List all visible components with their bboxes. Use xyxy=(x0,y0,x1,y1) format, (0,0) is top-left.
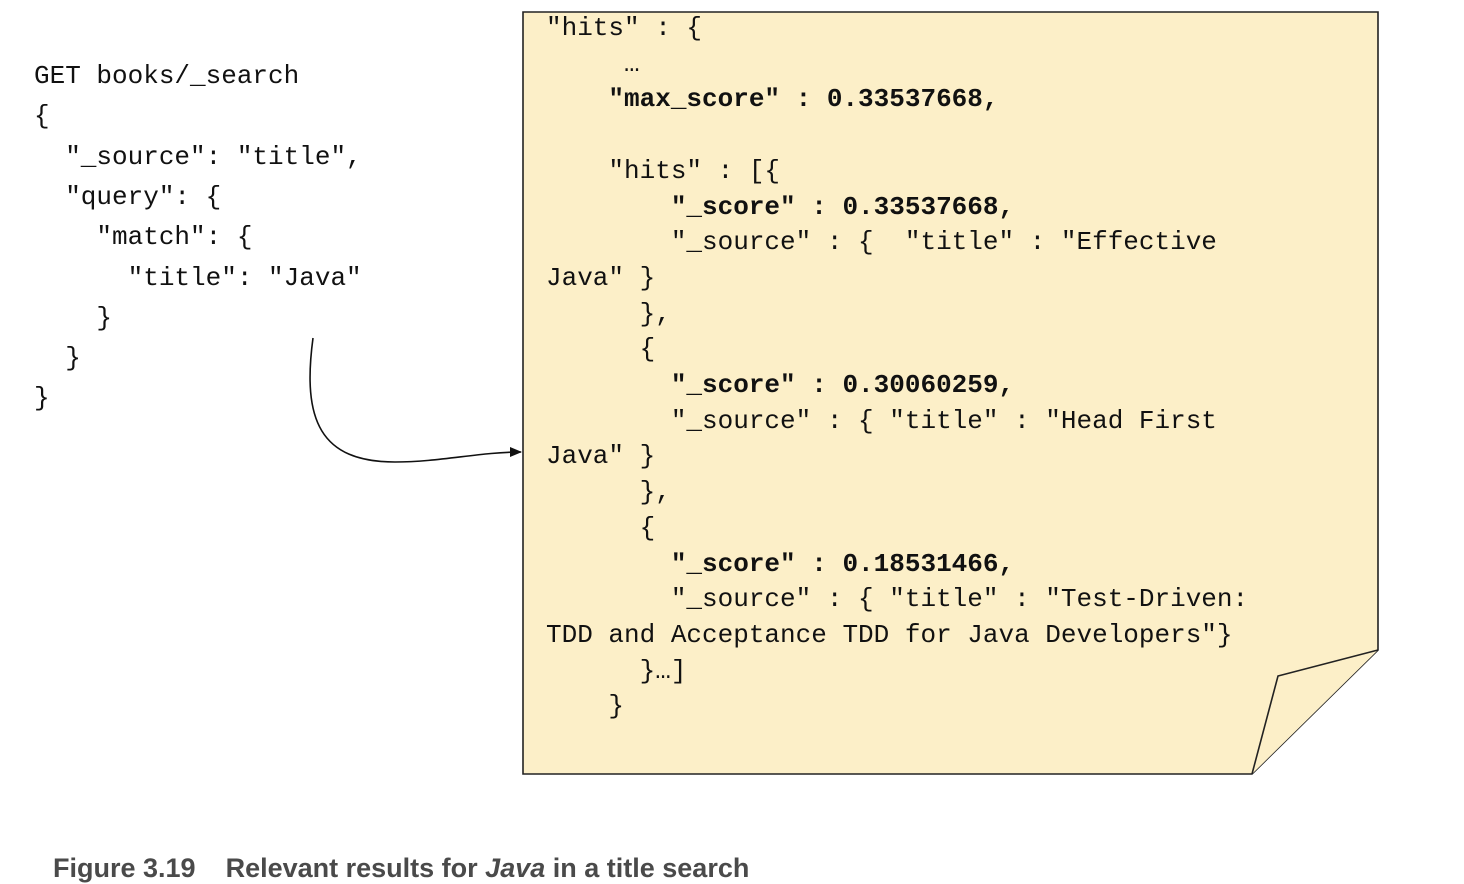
response-score-line: "_score" : 0.30060259, xyxy=(546,370,1015,400)
request-line: } xyxy=(34,383,50,414)
request-to-response-arrow xyxy=(309,337,522,463)
request-line: "title": "Java" xyxy=(34,262,362,293)
response-score-line: "_score" : 0.33537668, xyxy=(546,191,1015,222)
response-line: { xyxy=(546,512,656,543)
response-line: }, xyxy=(546,298,671,329)
request-line: { xyxy=(34,101,50,132)
response-line: TDD and Acceptance TDD for Java Develope… xyxy=(546,619,1233,650)
request-line: "match": { xyxy=(34,222,253,253)
request-line: "query": { xyxy=(34,181,222,212)
figure-caption: Figure 3.19 Relevant results for Java in … xyxy=(38,822,749,884)
response-line: "hits" : { xyxy=(546,13,703,43)
caption-text-before: Relevant results for xyxy=(225,853,486,883)
response-line: }…] xyxy=(546,655,687,686)
response-score-line: "_score" : 0.18531466, xyxy=(546,548,1015,579)
response-line: "_source" : { "title" : "Effective xyxy=(546,227,1217,258)
response-line: { xyxy=(546,334,656,365)
caption-text-after: in a title search xyxy=(545,853,750,883)
caption-text-italic: Java xyxy=(485,853,546,883)
response-line: }, xyxy=(546,477,671,508)
response-line: } xyxy=(546,691,625,722)
response-score-line: "max_score" : 0.33537668, xyxy=(546,84,999,115)
response-line: Java" } xyxy=(546,262,656,293)
request-line: } xyxy=(34,302,113,333)
response-line: … xyxy=(546,48,640,79)
request-line: "_source": "title", xyxy=(34,141,362,172)
figure-label: Figure 3.19 xyxy=(53,853,196,883)
request-line: } xyxy=(34,343,81,374)
response-line: Java" } xyxy=(546,441,656,472)
response-line: "_source" : { "title" : "Head First xyxy=(546,405,1217,436)
response-line: "_source" : { "title" : "Test-Driven: xyxy=(546,584,1249,615)
response-line: "hits" : [{ xyxy=(546,155,781,186)
request-line: GET books/_search xyxy=(34,61,300,91)
